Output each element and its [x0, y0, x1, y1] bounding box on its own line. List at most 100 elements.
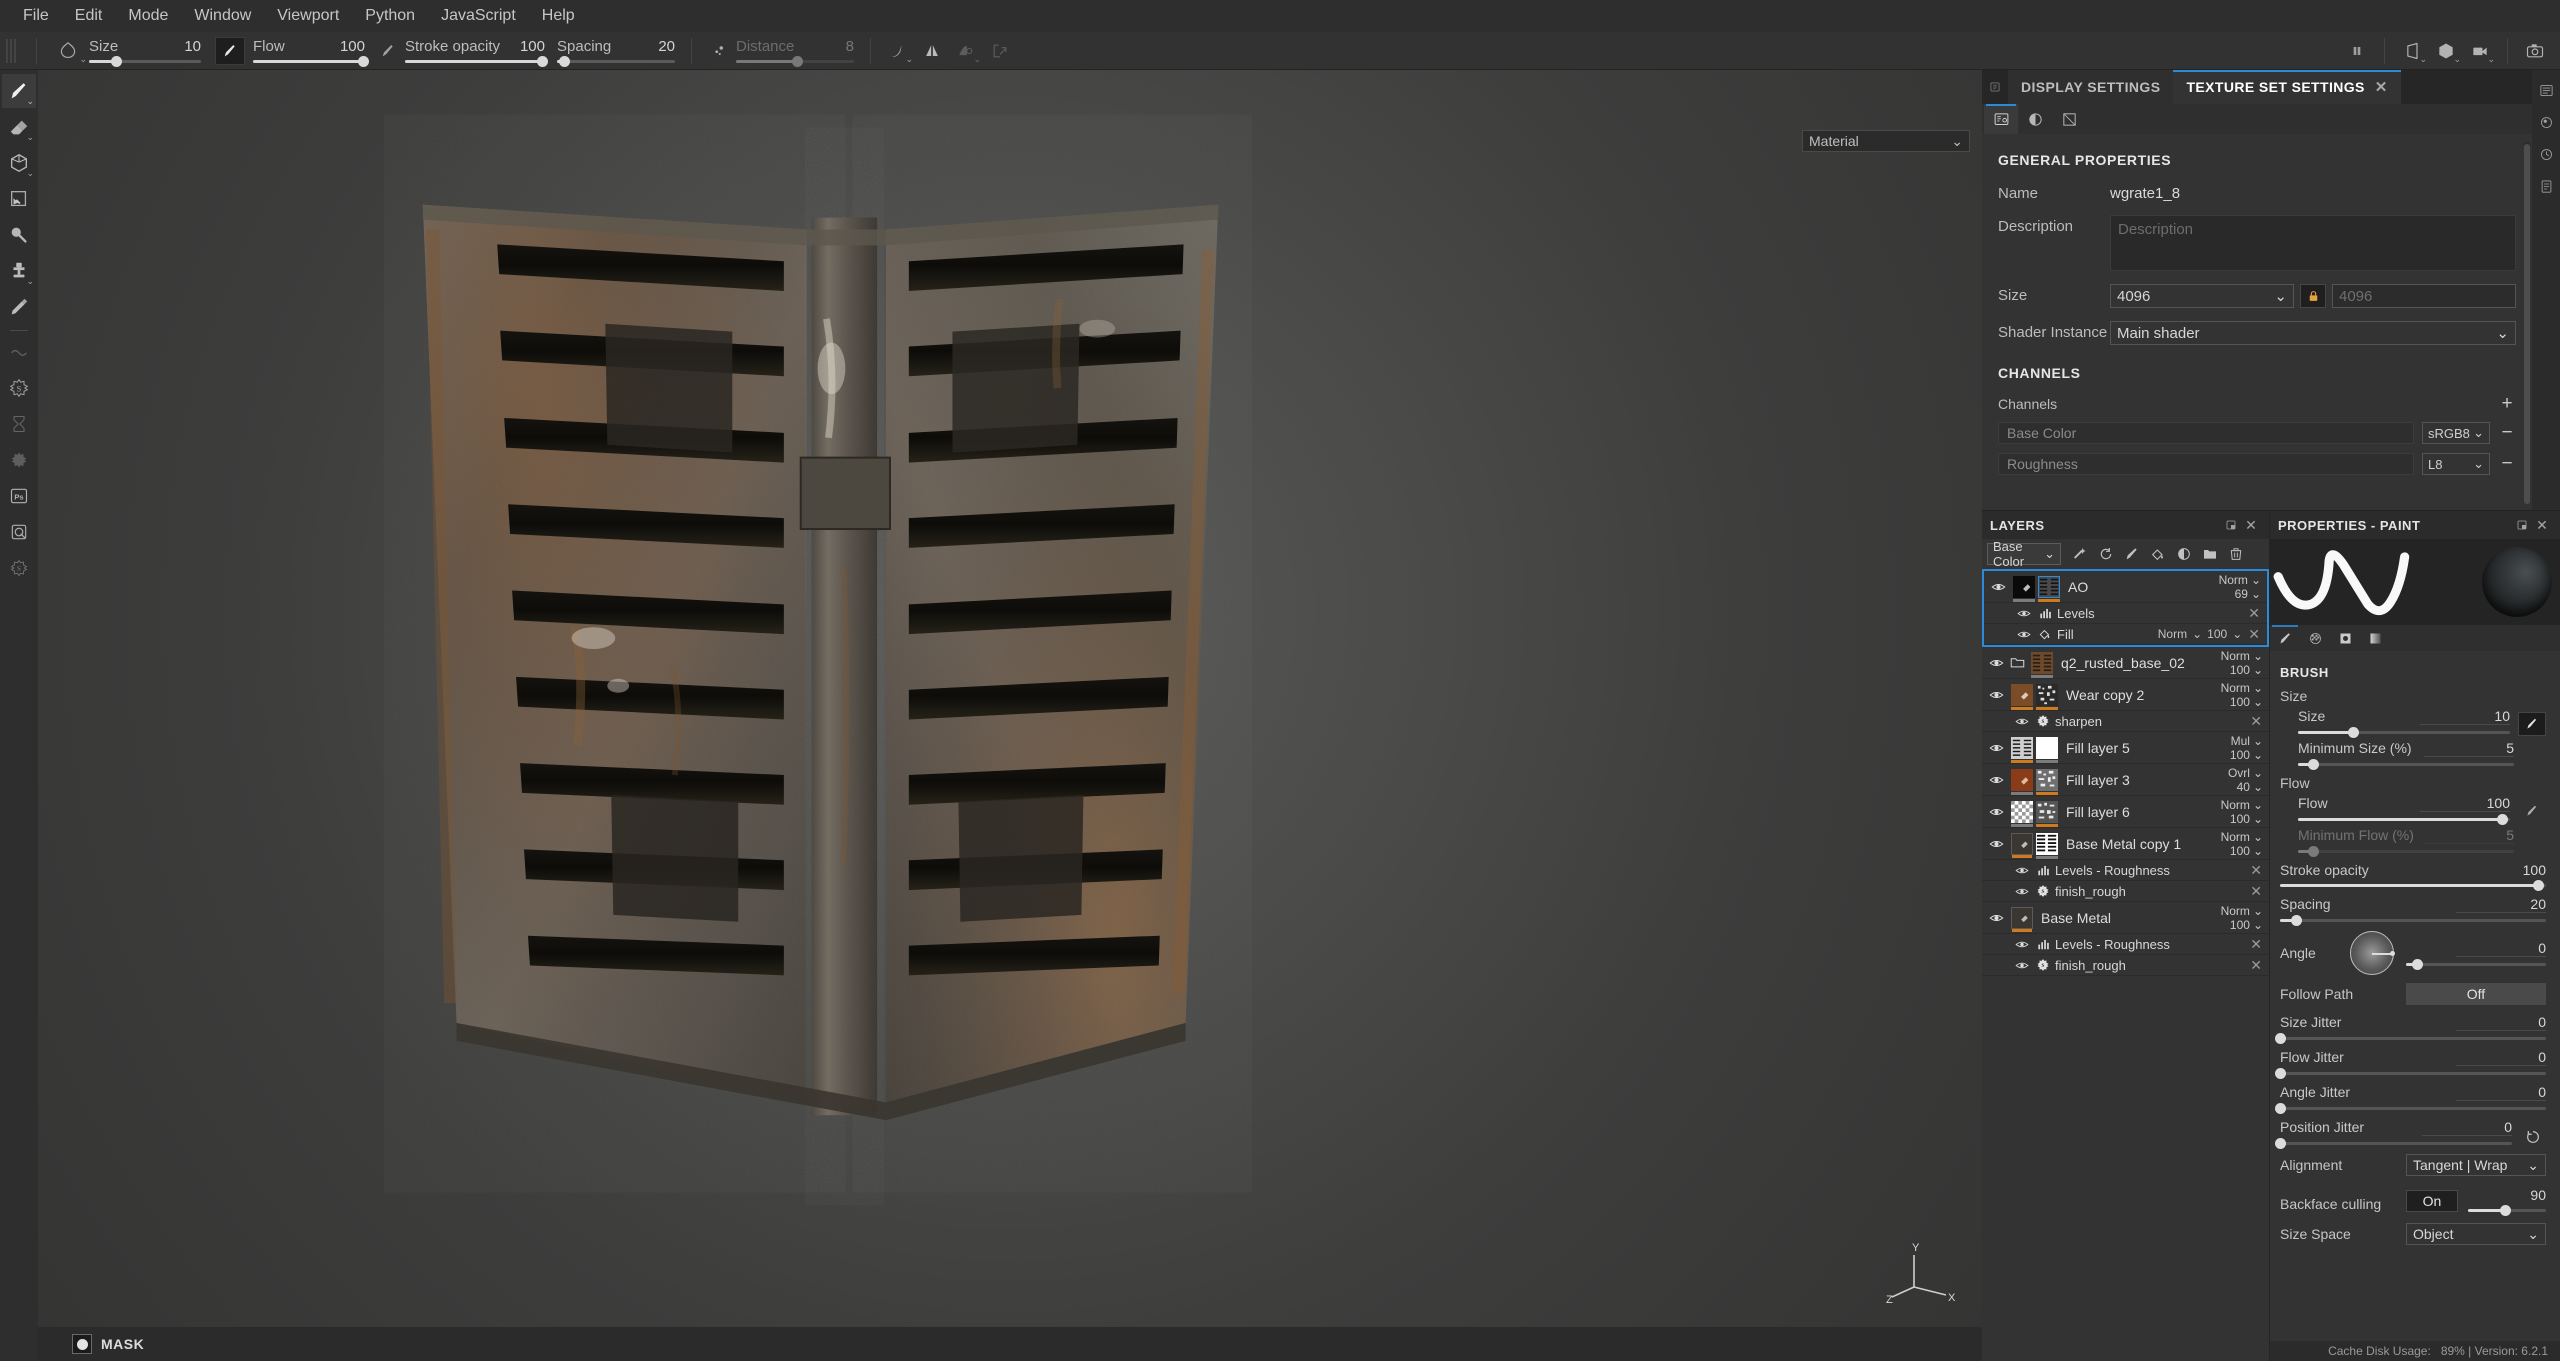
table-row[interactable]: Fill layer 5 Mul ⌄ 100 ⌄ — [1982, 732, 2269, 764]
flow-track[interactable] — [253, 56, 369, 67]
material-picker-tool[interactable] — [2, 290, 36, 324]
alpha-tab-icon[interactable] — [2300, 625, 2330, 651]
menu-item-help[interactable]: Help — [529, 3, 588, 29]
shader-instance-dropdown[interactable]: Main shader ⌄ — [2110, 321, 2516, 345]
3d-viewport[interactable]: Material ⌄ Y X Z MASK — [38, 70, 1982, 1361]
tab-texture-set-settings[interactable]: TEXTURE SET SETTINGS ✕ — [2173, 70, 2402, 104]
substance-filter-tool[interactable]: S — [2, 371, 36, 405]
remove-effect-icon[interactable]: ✕ — [2250, 713, 2269, 730]
layer-stack[interactable]: AO Norm ⌄ 69 ⌄ Levels ✕ Fill Norm ⌄ 100 … — [1982, 569, 2269, 1361]
layer-name[interactable]: AO — [2065, 579, 2219, 595]
undock-icon[interactable] — [2512, 515, 2532, 535]
menu-item-javascript[interactable]: JavaScript — [428, 3, 529, 29]
layer-blend-mode[interactable]: Norm ⌄ — [2221, 798, 2263, 812]
layer-blend-mode[interactable]: Norm ⌄ — [2221, 681, 2263, 695]
remove-effect-icon[interactable]: ✕ — [2250, 883, 2269, 900]
layer-name[interactable]: Wear copy 2 — [2063, 687, 2221, 703]
panel-drag-handle[interactable] — [1982, 70, 2008, 104]
log-icon[interactable] — [2534, 172, 2558, 200]
angle-slider[interactable]: 0 — [2406, 940, 2546, 970]
layer-name[interactable]: Fill layer 3 — [2063, 772, 2228, 788]
position-jitter-value[interactable]: 0 — [2422, 1119, 2512, 1136]
layer-name[interactable]: Base Metal — [2038, 910, 2221, 926]
toolbar-distance-slider[interactable]: Distance 8 — [736, 38, 854, 67]
brush-size-alpha-icon[interactable] — [2518, 712, 2546, 736]
position-jitter-slider[interactable]: Position Jitter 0 — [2275, 1119, 2512, 1149]
close-icon[interactable]: ✕ — [2532, 515, 2552, 535]
layer-visibility-toggle[interactable] — [1986, 657, 2006, 669]
backface-culling-value[interactable]: 90 — [2530, 1187, 2546, 1203]
menu-item-mode[interactable]: Mode — [115, 3, 181, 29]
projection-tool[interactable]: ⌄ — [2, 146, 36, 180]
tab-display-settings[interactable]: DISPLAY SETTINGS — [2008, 70, 2174, 104]
effect-visibility-toggle[interactable] — [2012, 960, 2032, 971]
menu-item-window[interactable]: Window — [181, 3, 264, 29]
channel-name-base-color[interactable]: Base Color — [1998, 422, 2414, 444]
layer-mask-thumbnail[interactable] — [2036, 683, 2058, 710]
size-height-dropdown[interactable]: 4096 — [2332, 284, 2516, 308]
particle-dots-icon[interactable] — [702, 36, 736, 66]
minimum-flow-value[interactable]: 5 — [2424, 827, 2514, 844]
stroke-opacity-track[interactable] — [405, 56, 549, 67]
layer-visibility-toggle[interactable] — [1986, 838, 2006, 850]
layer-blend-mode[interactable]: Norm ⌄ — [2221, 830, 2263, 844]
remove-effect-icon[interactable]: ✕ — [2250, 957, 2269, 974]
layer-mask-thumbnail[interactable] — [2036, 800, 2058, 827]
layer-content-thumbnail[interactable] — [2011, 683, 2033, 710]
clone-stamp-tool[interactable]: ⌄ — [2, 254, 36, 288]
history-icon[interactable] — [2534, 140, 2558, 168]
layer-opacity[interactable]: 100 ⌄ — [2230, 918, 2263, 932]
layer-mask-thumbnail[interactable] — [2036, 768, 2058, 795]
size-space-dropdown[interactable]: Object ⌄ — [2406, 1223, 2546, 1245]
settings-scrollbar-thumb[interactable] — [2524, 144, 2530, 504]
table-row[interactable]: Fill layer 3 Ovrl ⌄ 40 ⌄ — [1982, 764, 2269, 796]
undock-icon[interactable] — [2221, 515, 2241, 535]
close-icon[interactable]: ✕ — [2241, 515, 2261, 535]
table-row[interactable]: AO Norm ⌄ 69 ⌄ — [1984, 571, 2267, 603]
effect-visibility-toggle[interactable] — [2012, 865, 2032, 876]
symmetry-icon[interactable] — [915, 36, 949, 66]
stencil-tab-icon[interactable] — [2330, 625, 2360, 651]
layer-content-thumbnail[interactable] — [2011, 768, 2033, 795]
layer-name[interactable]: Fill layer 5 — [2063, 740, 2230, 756]
add-fill-layer-icon[interactable] — [2094, 542, 2118, 566]
layer-mask-thumbnail[interactable] — [2013, 575, 2035, 602]
backface-culling-slider[interactable]: 90 — [2468, 1187, 2546, 1216]
substance-share-tool[interactable]: S — [2, 551, 36, 585]
size-lock-button[interactable] — [2300, 284, 2326, 308]
smudge-tool[interactable] — [2, 335, 36, 369]
spacing-value[interactable]: 20 — [2456, 896, 2546, 913]
brush-flow-slider[interactable]: Flow 100 — [2298, 795, 2510, 825]
remove-effect-icon[interactable]: ✕ — [2250, 936, 2269, 953]
layer-blend-mode[interactable]: Norm ⌄ — [2221, 649, 2263, 663]
stroke-opacity-slider[interactable]: Stroke opacity 100 — [2280, 862, 2546, 891]
brush-stamp-icon[interactable]: ⌄ — [881, 36, 915, 66]
alignment-dropdown[interactable]: Tangent | Wrap ⌄ — [2406, 1154, 2546, 1176]
channel-name-roughness[interactable]: Roughness — [1998, 453, 2414, 475]
shelf-icon[interactable] — [2534, 108, 2558, 136]
table-row[interactable]: Fill layer 6 Norm ⌄ 100 ⌄ — [1982, 796, 2269, 828]
layer-opacity[interactable]: 100 ⌄ — [2230, 812, 2263, 826]
flow-alpha-icon[interactable] — [371, 36, 405, 66]
effect-visibility-toggle[interactable] — [2014, 608, 2034, 619]
menu-item-file[interactable]: File — [10, 3, 62, 29]
layer-visibility-toggle[interactable] — [1988, 581, 2008, 593]
minimum-size-slider[interactable]: Minimum Size (%) 5 — [2298, 740, 2514, 770]
add-mask-icon[interactable] — [2172, 542, 2196, 566]
toolbar-spacing-slider[interactable]: Spacing 20 — [557, 38, 675, 67]
geometry-decal-tool[interactable] — [2, 218, 36, 252]
angle-jitter-slider[interactable]: Angle Jitter 0 — [2275, 1084, 2546, 1114]
layer-mask-thumbnail[interactable] — [2036, 832, 2058, 859]
layer-blend-mode[interactable]: Ovrl ⌄ — [2228, 766, 2263, 780]
layer-name[interactable]: Fill layer 6 — [2063, 804, 2221, 820]
uv-tile-icon[interactable] — [2052, 104, 2086, 134]
screenshot-icon[interactable] — [2518, 36, 2552, 66]
brush-size-slider[interactable]: Size 10 — [2298, 708, 2510, 738]
paint-brush-tool[interactable]: ⌄ — [2, 74, 36, 108]
list-item[interactable]: Levels ✕ — [1984, 603, 2267, 624]
layer-blend-mode[interactable]: Mul ⌄ — [2231, 734, 2263, 748]
eraser-tool[interactable]: ⌄ — [2, 110, 36, 144]
angle-value[interactable]: 0 — [2456, 940, 2546, 957]
layer-visibility-toggle[interactable] — [1986, 742, 2006, 754]
layer-blend-mode[interactable]: Norm ⌄ — [2219, 573, 2261, 587]
